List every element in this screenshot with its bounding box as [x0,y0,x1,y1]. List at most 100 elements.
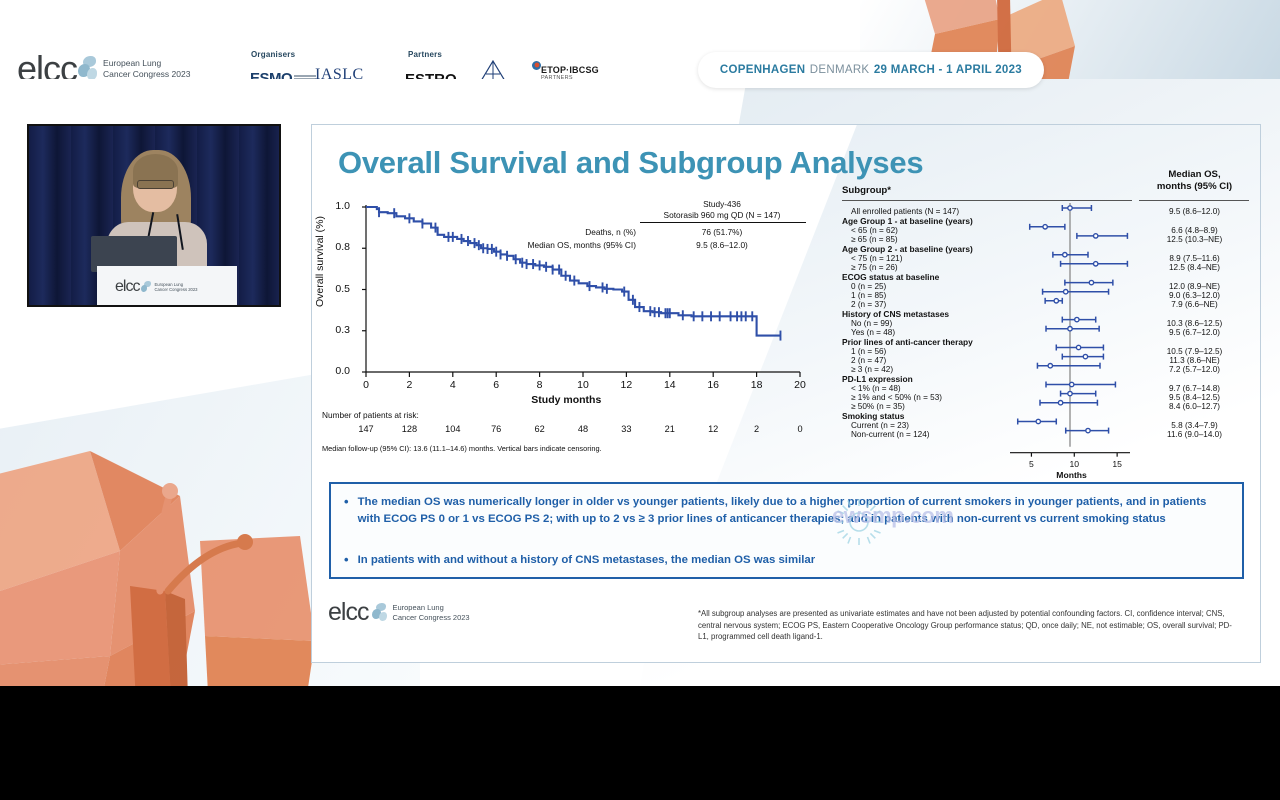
slide-tagline-line1: European Lung [392,602,444,612]
forest-group-label: Smoking status [842,410,905,421]
forest-row-value: 12.5 (10.3–NE) [1166,234,1223,244]
km-risk-count: 21 [664,424,675,434]
km-y-tick: 0.5 [335,282,350,295]
km-y-tick: 0.0 [335,365,350,377]
km-risk-count: 147 [358,424,374,434]
slide-title: Overall Survival and Subgroup Analyses [338,145,924,180]
esmo-bars-icon [294,74,317,79]
elcc-tagline-line2: Cancer Congress 2023 [103,69,191,79]
forest-group-label: Age Group 1 - at baseline (years) [842,216,973,227]
etop-wordmark: ETOP·IBCSG [541,65,599,75]
speaker-video-thumbnail[interactable]: elcc European Lung Cancer Congress 2023 [27,124,281,307]
iaslc-logo: IASLC [315,66,364,79]
slide-elcc-leaf-icon [372,603,388,622]
forest-row-value: 11.3 (8.6–NE) [1169,355,1220,365]
forest-group-label: PD-L1 expression [842,373,913,384]
km-x-tick: 8 [536,379,543,391]
elcc-leaf-icon [77,56,99,79]
etop-subtext: PARTNERS [541,75,573,79]
forest-row-label: ≥ 50% (n = 35) [851,401,905,411]
finding-bullet-2-text: In patients with and without a history o… [357,554,816,566]
slide-footnote: *All subgroup analyses are presented as … [698,609,1232,642]
forest-row-label: Yes (n = 48) [851,327,896,337]
elcc-logo: elcc European Lung Cancer Congress 2023 [17,48,190,79]
forest-row-value: 9.5 (8.6–12.0) [1169,207,1220,216]
forest-row-label: Non-current (n = 124) [851,429,930,439]
km-y-tick: 0.8 [335,241,350,254]
organisers-label: Organisers [251,50,296,59]
forest-group-label: Age Group 2 - at baseline (years) [842,244,973,254]
forest-x-tick: 5 [1029,458,1034,469]
forest-row-value: 10.5 (7.9–12.5) [1166,346,1223,356]
video-player-stage: LIVE [0,0,1280,800]
podium-tagline-line2: Cancer Congress 2023 [154,287,198,292]
slide-elcc-wordmark: elcc [328,598,369,626]
km-x-tick: 2 [406,379,413,391]
podium-elcc-logo: elcc European Lung Cancer Congress 2023 [115,278,198,296]
km-x-tick: 16 [707,379,720,391]
esmo-wordmark: ESMO [250,70,293,79]
km-series-rule [640,222,806,223]
forest-group-label: History of CNS metastases [842,308,950,319]
forest-row-value: 11.6 (9.0–14.0) [1167,429,1222,439]
forest-row-value: 8.4 (6.0–12.7) [1169,401,1220,411]
forest-header-rule-left [842,200,1132,201]
forest-row-label: < 75 (n = 121) [851,253,903,263]
speaker-glasses-icon [137,180,174,189]
km-x-axis-label: Study months [531,394,602,406]
bullet-dot-icon: • [344,552,349,567]
congress-date-pill: COPENHAGEN DENMARK 29 MARCH - 1 APRIL 20… [697,52,1044,88]
km-footnote: Median follow-up (95% CI): 13.6 (11.1–14… [322,444,602,453]
km-x-tick: 4 [449,379,456,391]
subgroup-forest-chart: Subgroup* Median OS, months (95% CI) All… [842,169,1252,480]
km-stat-label: Median OS, months (95% CI) [527,240,636,250]
forest-value-header-line1: Median OS, [1168,169,1221,180]
forest-subgroup-header: Subgroup* [842,185,892,196]
podium-elcc-leaf-icon [141,280,152,294]
forest-row-value: 8.9 (7.5–11.6) [1169,253,1220,263]
bullet-dot-icon: • [344,494,349,509]
forest-row-value: 9.5 (8.4–12.5) [1169,392,1220,402]
forest-row-value: 9.5 (6.7–12.0) [1169,327,1220,337]
date-country: DENMARK [809,64,870,76]
km-risk-count: 104 [445,424,461,434]
km-risk-count: 2 [754,424,760,434]
podium-elcc-wordmark: elcc [115,278,140,295]
km-stat-label: Deaths, n (%) [585,227,636,237]
km-risk-count: 62 [534,424,545,434]
forest-row-label: ≥ 65 (n = 85) [851,234,898,244]
km-x-tick: 12 [620,379,633,391]
km-risk-count: 33 [621,424,632,434]
forest-row-label: 1 (n = 85) [851,290,887,300]
forest-row-label: < 1% (n = 48) [851,383,901,393]
forest-row-label: 0 (n = 25) [851,281,887,291]
forest-row-value: 9.0 (6.3–12.0) [1169,290,1220,300]
congress-header: elcc European Lung Cancer Congress 2023 … [0,0,1280,79]
iaslc-wordmark: IASLC [315,66,364,79]
elcc-tagline: European Lung Cancer Congress 2023 [103,58,190,79]
slide-elcc-tagline: European Lung Cancer Congress 2023 [392,603,469,623]
forest-row-value: 7.9 (6.6–NE) [1171,299,1218,309]
forest-row-label: ≥ 1% and < 50% (n = 53) [851,392,942,402]
km-risk-count: 12 [708,424,719,434]
km-y-tick: 0.3 [335,323,350,336]
km-risk-count: 76 [491,424,502,434]
km-risk-count: 0 [797,424,803,434]
forest-row-label: 1 (n = 56) [851,346,887,356]
forest-x-tick: 10 [1069,458,1080,469]
forest-row-label: 2 (n = 47) [851,355,887,365]
podium-panel: elcc European Lung Cancer Congress 2023 [97,266,237,305]
km-x-tick: 6 [493,379,500,391]
km-risk-table-label: Number of patients at risk: [322,410,419,420]
forest-row-label: 2 (n = 37) [851,299,887,309]
km-x-tick: 10 [577,379,589,391]
date-city: COPENHAGEN [719,64,806,76]
km-series-title-line2: Sotorasib 960 mg QD (N = 147) [663,210,781,220]
estro-logo: ESTRO [405,71,457,79]
finding-bullet-2: • In patients with and without a history… [344,552,1224,569]
km-x-tick: 0 [363,379,369,391]
forest-row-value: 12.5 (8.4–NE) [1169,262,1220,272]
forest-row-value: 9.7 (6.7–14.8) [1169,383,1220,393]
forest-x-axis-label: Months [1056,469,1087,480]
slide-tagline-line2: Cancer Congress 2023 [392,612,470,622]
